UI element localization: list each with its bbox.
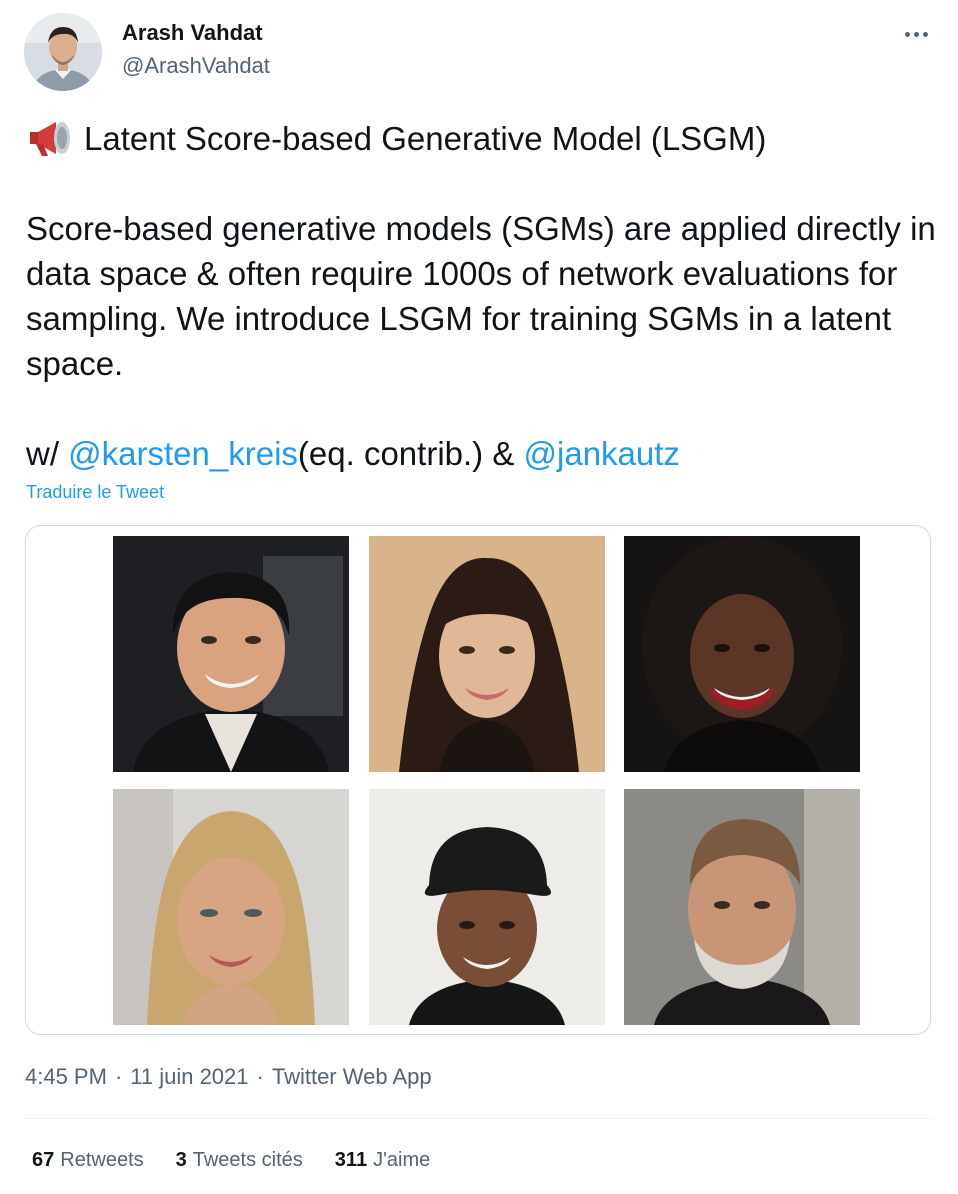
mention-jankautz[interactable]: @jankautz <box>524 435 680 472</box>
likes-label: J'aime <box>373 1149 431 1171</box>
retweets-count: 67 <box>32 1149 55 1171</box>
tweet-credits: w/ @karsten_kreis(eq. contrib.) & @janka… <box>26 431 936 476</box>
author-handle[interactable]: @ArashVahdat <box>122 53 270 79</box>
quote-tweets-stat[interactable]: 3 Tweets cités <box>176 1149 303 1172</box>
divider <box>25 1118 933 1119</box>
avatar[interactable] <box>24 13 102 91</box>
tweet-time[interactable]: 4:45 PM <box>25 1064 107 1089</box>
meta-separator: · <box>114 1064 123 1089</box>
tweet-text: Latent Score-based Generative Model (LSG… <box>26 116 936 476</box>
face-image-2[interactable] <box>369 536 605 772</box>
retweets-stat[interactable]: 67 Retweets <box>32 1149 144 1172</box>
face-image-5[interactable] <box>369 789 605 1025</box>
retweets-label: Retweets <box>60 1149 144 1171</box>
tweet-title-text: Latent Score-based Generative Model (LSG… <box>84 120 767 157</box>
mention-karsten-kreis[interactable]: @karsten_kreis <box>68 435 298 472</box>
meta-separator: · <box>256 1064 264 1089</box>
tweet-card: Arash Vahdat @ArashVahdat Latent Score-b… <box>0 0 958 1194</box>
translate-tweet-link[interactable]: Traduire le Tweet <box>26 482 164 503</box>
tweet-source[interactable]: Twitter Web App <box>272 1064 432 1089</box>
more-options-icon[interactable] <box>900 22 932 46</box>
likes-count: 311 <box>334 1149 368 1171</box>
credit-middle: (eq. contrib.) & <box>297 435 524 472</box>
face-image-3[interactable] <box>624 536 860 772</box>
tweet-date[interactable]: 11 juin 2021 <box>130 1064 248 1089</box>
tweet-paragraph: Score-based generative models (SGMs) are… <box>26 210 936 382</box>
media-grid[interactable] <box>25 525 931 1035</box>
face-image-6[interactable] <box>624 789 860 1025</box>
face-image-1[interactable] <box>113 536 349 772</box>
tweet-meta: 4:45 PM · 11 juin 2021 · Twitter Web App <box>25 1064 432 1090</box>
author-name[interactable]: Arash Vahdat <box>122 20 263 46</box>
credit-prefix: w/ <box>26 435 69 472</box>
likes-stat[interactable]: 311 J'aime <box>335 1149 430 1172</box>
engagement-stats: 67 Retweets 3 Tweets cités 311 J'aime <box>32 1149 430 1172</box>
tweet-title-line: Latent Score-based Generative Model (LSG… <box>26 116 936 161</box>
megaphone-icon <box>30 122 70 156</box>
quotes-label: Tweets cités <box>192 1149 303 1171</box>
quotes-count: 3 <box>175 1149 187 1171</box>
face-image-4[interactable] <box>113 789 349 1025</box>
